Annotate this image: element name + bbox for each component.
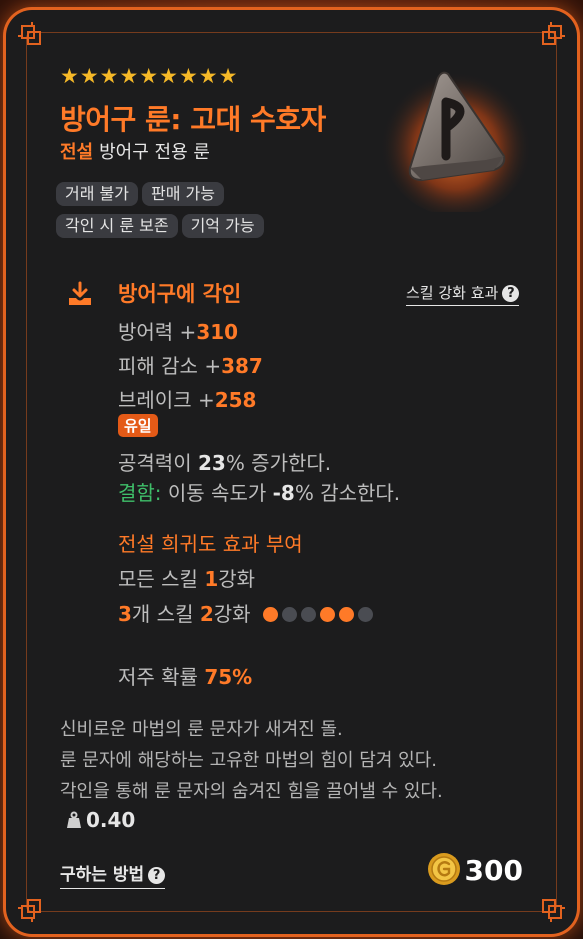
corner-knot-icon	[14, 18, 50, 54]
tag-badge: 기억 가능	[181, 214, 264, 238]
enhance-level-dots	[262, 603, 377, 627]
legend-bonus-line: 3개 스킬 2강화	[118, 598, 377, 627]
price-value: 300	[464, 854, 523, 887]
stat-line: 브레이크 +258	[118, 388, 257, 412]
enhance-dot-empty	[281, 607, 297, 622]
gold-coin-icon	[427, 852, 461, 886]
enhance-dot-empty	[300, 607, 316, 622]
item-lore: 신비로운 마법의 룬 문자가 새겨진 돌. 룬 문자에 해당하는 고유한 마법의…	[60, 714, 443, 807]
how-to-obtain-link[interactable]: 구하는 방법?	[60, 860, 166, 889]
tag-badge: 각인 시 룬 보존	[56, 214, 178, 238]
corner-knot-icon	[533, 18, 569, 54]
rank-stars: ★★★★★★★★★	[60, 64, 239, 88]
sell-price: 300	[427, 852, 523, 887]
effect-line: 공격력이 23% 증가한다.	[118, 451, 332, 475]
lore-line: 신비로운 마법의 룬 문자가 새겨진 돌.	[60, 719, 343, 740]
stat-line: 피해 감소 +387	[118, 354, 263, 378]
help-icon: ?	[502, 285, 520, 302]
engrave-download-icon	[66, 280, 94, 308]
enhance-dot-filled	[319, 607, 335, 622]
flaw-line: 결함: 이동 속도가 -8% 감소한다.	[118, 481, 401, 505]
how-to-obtain-label: 구하는 방법	[60, 865, 145, 885]
help-icon: ?	[148, 867, 166, 884]
unique-badge: 유일	[118, 414, 158, 437]
enhance-dot-filled	[338, 607, 354, 622]
curse-chance: 저주 확률 75%	[118, 665, 253, 689]
item-name: 방어구 룬: 고대 수호자	[60, 103, 326, 136]
item-type: 방어구 전용 룬	[99, 142, 210, 163]
lore-line: 룬 문자에 해당하는 고유한 마법의 힘이 담겨 있다.	[60, 750, 437, 771]
lore-line: 각인을 통해 룬 문자의 숨겨진 힘을 끌어낼 수 있다.	[60, 781, 443, 802]
tooltip-backdrop: ★★★★★★★★★ 방어구 룬: 고대 수호자 전설 방어구 전용 룬 거래 불…	[0, 0, 583, 939]
tag-badge: 거래 불가	[56, 182, 138, 206]
item-tags: 거래 불가 판매 가능 각인 시 룬 보존 기억 가능	[56, 182, 356, 246]
item-subtitle: 전설 방어구 전용 룬	[60, 138, 210, 164]
stat-line: 방어력 +310	[118, 320, 239, 344]
rarity-label: 전설	[60, 142, 94, 163]
legend-bonus-title: 전설 희귀도 효과 부여	[118, 532, 303, 556]
item-weight: 0.40	[66, 808, 135, 832]
weight-value: 0.40	[86, 808, 136, 832]
legend-bonus-line: 모든 스킬 1강화	[118, 567, 256, 591]
corner-knot-icon	[14, 890, 50, 926]
weight-icon	[66, 810, 82, 828]
enhance-dot-filled	[262, 607, 278, 622]
engrave-title: 방어구에 각인	[118, 282, 242, 306]
skill-enhance-link[interactable]: 스킬 강화 효과?	[406, 282, 520, 306]
rune-stone-icon	[376, 52, 536, 216]
tag-badge: 판매 가능	[141, 182, 224, 206]
corner-knot-icon	[533, 890, 569, 926]
skill-link-label: 스킬 강화 효과	[406, 284, 499, 302]
enhance-dot-empty	[357, 607, 373, 622]
item-tooltip-card: ★★★★★★★★★ 방어구 룬: 고대 수호자 전설 방어구 전용 룬 거래 불…	[6, 10, 577, 934]
